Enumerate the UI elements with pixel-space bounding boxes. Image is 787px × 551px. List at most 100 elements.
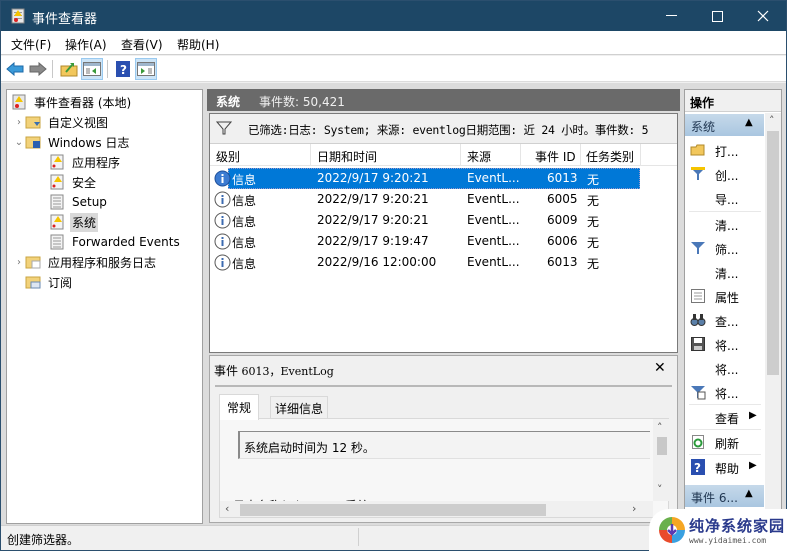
up-folder-button[interactable] bbox=[58, 58, 80, 80]
show-hide-action-pane-button[interactable] bbox=[135, 58, 157, 80]
event-row[interactable]: 信息 2022/9/17 9:20:21 EventL... 6009 无 bbox=[210, 210, 640, 231]
tree-item-windows-logs[interactable]: ⌄ Windows 日志 bbox=[13, 132, 131, 152]
show-hide-tree-icon bbox=[83, 62, 101, 76]
action-label: 帮助 bbox=[715, 462, 740, 476]
row-level: 信息 bbox=[232, 194, 257, 208]
svg-text:?: ? bbox=[694, 461, 701, 475]
close-button[interactable] bbox=[740, 1, 786, 31]
row-task: 无 bbox=[587, 257, 600, 271]
tree-item-subscriptions[interactable]: 订阅 bbox=[25, 272, 74, 292]
event-row[interactable]: 信息 2022/9/17 9:20:21 EventL... 6013 无 bbox=[210, 168, 640, 189]
expand-icon[interactable]: › bbox=[13, 257, 25, 268]
tree-item-system[interactable]: 系统 bbox=[49, 212, 99, 232]
tree-label: Setup bbox=[72, 195, 107, 209]
row-event-id: 6005 bbox=[547, 192, 578, 206]
event-row[interactable]: 信息 2022/9/17 9:19:47 EventL... 6006 无 bbox=[210, 231, 640, 252]
action-label: 筛... bbox=[715, 243, 739, 257]
row-task: 无 bbox=[587, 194, 600, 208]
tab-details[interactable]: 详细信息 bbox=[270, 396, 329, 418]
column-level[interactable]: 级别 bbox=[216, 148, 240, 170]
tree-label: 安全 bbox=[72, 175, 97, 190]
tree-item-forwarded-events[interactable]: Forwarded Events bbox=[49, 232, 182, 252]
create-filter-icon bbox=[691, 167, 705, 180]
event-count: 事件数: 50,421 bbox=[259, 95, 345, 109]
forward-button[interactable] bbox=[27, 58, 49, 80]
scroll-left-icon[interactable]: ‹ bbox=[225, 502, 229, 515]
action-clear-filter[interactable]: 清... bbox=[685, 260, 764, 284]
action-attach-task[interactable]: 将... bbox=[685, 380, 764, 404]
window-title: 事件查看器 bbox=[32, 12, 98, 27]
scroll-thumb[interactable] bbox=[240, 504, 546, 516]
action-create-custom-view[interactable]: 创... bbox=[685, 162, 764, 186]
action-label: 属性 bbox=[715, 291, 740, 305]
action-group-event[interactable]: 事件 6... ▲ bbox=[685, 485, 764, 507]
up-folder-icon bbox=[60, 63, 78, 77]
action-save-all-events[interactable]: 将... bbox=[685, 332, 764, 356]
info-icon bbox=[214, 170, 231, 187]
log-warning-icon bbox=[50, 174, 64, 190]
column-task-category[interactable]: 任务类别 bbox=[586, 148, 634, 170]
row-event-id: 6013 bbox=[547, 171, 578, 185]
maximize-button[interactable] bbox=[694, 1, 740, 31]
action-group-system[interactable]: 系统 ▲ bbox=[685, 114, 764, 136]
collapse-icon[interactable]: ⌄ bbox=[13, 137, 25, 148]
action-label: 打... bbox=[715, 145, 739, 159]
expand-icon[interactable]: › bbox=[13, 117, 25, 128]
detail-vertical-scrollbar[interactable]: ˄ ˅ bbox=[653, 419, 669, 501]
tree-item-event-viewer-local[interactable]: 事件查看器 (本地) bbox=[11, 92, 133, 112]
row-event-id: 6009 bbox=[547, 213, 578, 227]
menu-action[interactable]: 操作(A) bbox=[65, 36, 107, 53]
scroll-down-icon[interactable]: ˅ bbox=[657, 483, 663, 496]
scroll-up-icon[interactable]: ˄ bbox=[769, 114, 775, 127]
watermark: 纯净系统家园 www.yidaimei.com bbox=[649, 509, 787, 551]
action-save-filtered[interactable]: 将... bbox=[685, 356, 764, 380]
action-label: 将... bbox=[715, 363, 739, 377]
show-hide-tree-button[interactable] bbox=[81, 58, 103, 80]
event-message-box[interactable]: 系统启动时间为 12 秒。 bbox=[238, 431, 650, 459]
action-filter-log[interactable]: 筛... bbox=[685, 236, 764, 260]
action-import-custom-view[interactable]: 导... bbox=[685, 186, 764, 210]
action-open-saved-log[interactable]: 打... bbox=[685, 138, 764, 162]
event-row[interactable]: 信息 2022/9/17 9:20:21 EventL... 6005 无 bbox=[210, 189, 640, 210]
help-button[interactable]: ? bbox=[112, 58, 134, 80]
action-clear-log[interactable]: 清... bbox=[685, 212, 764, 236]
action-help-submenu[interactable]: ? 帮助 ▶ bbox=[685, 455, 764, 479]
scroll-thumb[interactable] bbox=[657, 437, 667, 455]
folder-filter-icon bbox=[25, 116, 41, 129]
detail-horizontal-scrollbar[interactable]: ‹ › bbox=[220, 501, 653, 517]
action-refresh[interactable]: 刷新 bbox=[685, 430, 764, 454]
row-datetime: 2022/9/17 9:20:21 bbox=[317, 171, 429, 185]
event-row[interactable]: 信息 2022/9/16 12:00:00 EventL... 6013 无 bbox=[210, 252, 640, 273]
info-icon bbox=[214, 254, 231, 271]
detail-close-button[interactable]: ✕ bbox=[654, 360, 666, 376]
row-datetime: 2022/9/17 9:19:47 bbox=[317, 234, 429, 248]
actions-vertical-scrollbar[interactable]: ˄ bbox=[765, 113, 781, 523]
scroll-thumb[interactable] bbox=[767, 131, 779, 375]
column-event-id[interactable]: 事件 ID bbox=[535, 148, 576, 170]
menu-help[interactable]: 帮助(H) bbox=[177, 36, 219, 53]
tree-item-setup[interactable]: Setup bbox=[49, 192, 109, 212]
tree-item-custom-views[interactable]: › 自定义视图 bbox=[13, 112, 110, 132]
action-properties[interactable]: 属性 bbox=[685, 284, 764, 308]
log-name: 系统 bbox=[216, 95, 241, 109]
tree-label: 自定义视图 bbox=[48, 115, 109, 130]
column-source[interactable]: 来源 bbox=[467, 148, 491, 170]
actions-header: 操作 bbox=[685, 90, 781, 112]
row-task: 无 bbox=[587, 236, 600, 250]
save-icon bbox=[691, 337, 705, 351]
back-button[interactable] bbox=[4, 58, 26, 80]
minimize-button[interactable] bbox=[648, 1, 694, 31]
tree-item-security[interactable]: 安全 bbox=[49, 172, 98, 192]
menu-file[interactable]: 文件(F) bbox=[11, 36, 51, 53]
tree-item-app-service-logs[interactable]: › 应用程序和服务日志 bbox=[13, 252, 158, 272]
menu-view[interactable]: 查看(V) bbox=[121, 36, 163, 53]
tab-general[interactable]: 常规 bbox=[219, 394, 260, 420]
action-find[interactable]: 查... bbox=[685, 308, 764, 332]
status-divider bbox=[358, 528, 359, 546]
scroll-up-icon[interactable]: ˄ bbox=[657, 421, 663, 434]
column-datetime[interactable]: 日期和时间 bbox=[317, 148, 377, 170]
collapse-up-icon: ▲ bbox=[745, 488, 753, 499]
action-view-submenu[interactable]: 查看 ▶ bbox=[685, 405, 764, 429]
tree-item-application[interactable]: 应用程序 bbox=[49, 152, 122, 172]
scroll-right-icon[interactable]: › bbox=[632, 502, 636, 515]
